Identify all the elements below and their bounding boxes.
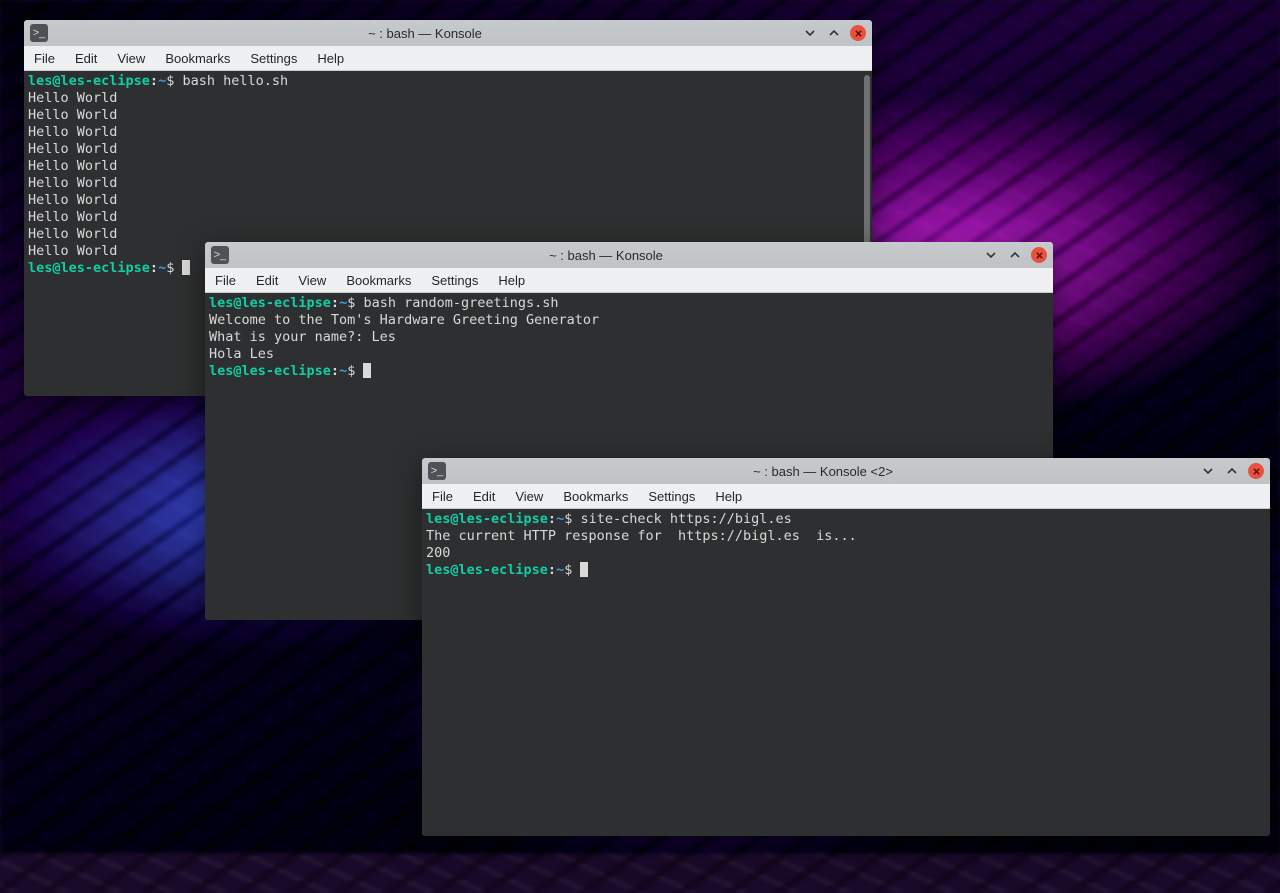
window-controls xyxy=(1200,463,1264,479)
menu-settings[interactable]: Settings xyxy=(638,484,705,508)
minimize-button[interactable] xyxy=(983,247,999,263)
window-controls xyxy=(802,25,866,41)
menu-bookmarks[interactable]: Bookmarks xyxy=(553,484,638,508)
terminal-area[interactable]: les@les-eclipse:~$ site-check https://bi… xyxy=(422,509,1270,836)
output-text: Hello World Hello World Hello World Hell… xyxy=(28,90,117,259)
menu-edit[interactable]: Edit xyxy=(246,268,288,292)
output-text: Welcome to the Tom's Hardware Greeting G… xyxy=(209,312,599,362)
menubar: File Edit View Bookmarks Settings Help xyxy=(422,484,1270,509)
cursor-icon xyxy=(182,260,190,275)
terminal-output: les@les-eclipse:~$ site-check https://bi… xyxy=(426,511,1266,579)
menu-view[interactable]: View xyxy=(505,484,553,508)
close-button[interactable] xyxy=(1248,463,1264,479)
menu-file[interactable]: File xyxy=(24,46,65,70)
command-text: bash random-greetings.sh xyxy=(363,295,558,311)
close-button[interactable] xyxy=(1031,247,1047,263)
menu-settings[interactable]: Settings xyxy=(421,268,488,292)
menu-bookmarks[interactable]: Bookmarks xyxy=(336,268,421,292)
menubar: File Edit View Bookmarks Settings Help xyxy=(24,46,872,71)
app-icon: >_ xyxy=(428,462,446,480)
close-button[interactable] xyxy=(850,25,866,41)
titlebar[interactable]: >_ ~ : bash — Konsole xyxy=(205,242,1053,268)
output-text: The current HTTP response for https://bi… xyxy=(426,528,857,561)
window-title: ~ : bash — Konsole xyxy=(235,248,977,263)
menubar: File Edit View Bookmarks Settings Help xyxy=(205,268,1053,293)
menu-help[interactable]: Help xyxy=(307,46,354,70)
menu-help[interactable]: Help xyxy=(488,268,535,292)
minimize-button[interactable] xyxy=(1200,463,1216,479)
menu-file[interactable]: File xyxy=(205,268,246,292)
window-title: ~ : bash — Konsole <2> xyxy=(452,464,1194,479)
menu-edit[interactable]: Edit xyxy=(463,484,505,508)
titlebar[interactable]: >_ ~ : bash — Konsole xyxy=(24,20,872,46)
terminal-window-3: >_ ~ : bash — Konsole <2> File Edit View… xyxy=(422,458,1270,836)
app-icon: >_ xyxy=(30,24,48,42)
titlebar[interactable]: >_ ~ : bash — Konsole <2> xyxy=(422,458,1270,484)
maximize-button[interactable] xyxy=(826,25,842,41)
menu-settings[interactable]: Settings xyxy=(240,46,307,70)
menu-file[interactable]: File xyxy=(422,484,463,508)
window-title: ~ : bash — Konsole xyxy=(54,26,796,41)
window-controls xyxy=(983,247,1047,263)
command-text: site-check https://bigl.es xyxy=(580,511,791,527)
menu-bookmarks[interactable]: Bookmarks xyxy=(155,46,240,70)
cursor-icon xyxy=(580,562,588,577)
menu-view[interactable]: View xyxy=(107,46,155,70)
command-text: bash hello.sh xyxy=(182,73,288,89)
menu-edit[interactable]: Edit xyxy=(65,46,107,70)
maximize-button[interactable] xyxy=(1224,463,1240,479)
maximize-button[interactable] xyxy=(1007,247,1023,263)
menu-help[interactable]: Help xyxy=(705,484,752,508)
cursor-icon xyxy=(363,363,371,378)
menu-view[interactable]: View xyxy=(288,268,336,292)
terminal-output: les@les-eclipse:~$ bash random-greetings… xyxy=(209,295,1049,380)
minimize-button[interactable] xyxy=(802,25,818,41)
app-icon: >_ xyxy=(211,246,229,264)
